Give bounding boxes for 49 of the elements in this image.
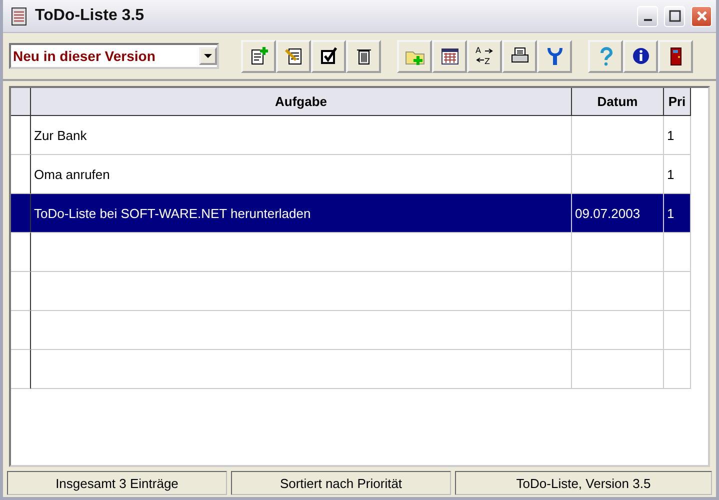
exit-button[interactable] bbox=[658, 40, 693, 72]
close-icon bbox=[696, 10, 708, 22]
row-indicator[interactable] bbox=[11, 194, 31, 233]
status-panel: ToDo-Liste, Version 3.5 bbox=[455, 471, 712, 495]
column-header[interactable]: Aufgabe bbox=[31, 88, 572, 116]
status-panel: Insgesamt 3 Einträge bbox=[7, 471, 227, 495]
calendar-icon bbox=[440, 46, 460, 66]
settings-button[interactable] bbox=[537, 40, 572, 72]
sort-button[interactable]: A Z bbox=[467, 40, 502, 72]
row-indicator[interactable] bbox=[11, 272, 31, 311]
dropdown-button[interactable] bbox=[199, 47, 217, 65]
wrench-icon bbox=[544, 46, 564, 66]
row-indicator[interactable] bbox=[11, 233, 31, 272]
info-button[interactable] bbox=[623, 40, 658, 72]
info-icon bbox=[630, 46, 650, 66]
table-cell: Zur Bank bbox=[31, 116, 572, 155]
sort-letter: Z bbox=[484, 57, 490, 66]
table-cell: Oma anrufen bbox=[31, 155, 572, 194]
column-header[interactable]: Pri bbox=[664, 88, 691, 116]
window-title: ToDo-Liste 3.5 bbox=[35, 7, 146, 25]
calendar-button[interactable] bbox=[432, 40, 467, 72]
caret-icon bbox=[204, 54, 212, 58]
note-plus-icon bbox=[248, 46, 268, 66]
table-cell: 1 bbox=[664, 194, 691, 233]
table-cell: 1 bbox=[664, 116, 691, 155]
row-indicator[interactable] bbox=[11, 155, 31, 194]
maximize-icon bbox=[668, 10, 680, 22]
row-indicator[interactable] bbox=[11, 311, 31, 350]
close-button[interactable] bbox=[691, 6, 712, 26]
pencil-note-icon bbox=[284, 46, 304, 66]
row-header-corner bbox=[11, 88, 31, 116]
table-cell: ToDo-Liste bei SOFT-WARE.NET herunterladen bbox=[31, 194, 572, 233]
delete-button[interactable] bbox=[346, 40, 381, 72]
maximize-button[interactable] bbox=[664, 6, 685, 26]
print-button[interactable] bbox=[502, 40, 537, 72]
edit-button[interactable] bbox=[276, 40, 311, 72]
row-indicator[interactable] bbox=[11, 350, 31, 389]
table-cell: 09.07.2003 bbox=[572, 194, 664, 233]
row-indicator[interactable] bbox=[11, 116, 31, 155]
column-header[interactable]: Datum bbox=[572, 88, 664, 116]
done-button[interactable] bbox=[311, 40, 346, 72]
minimize-button[interactable] bbox=[637, 6, 658, 26]
list-dropdown[interactable]: Neu in dieser Version bbox=[9, 43, 219, 69]
sort-letter: A bbox=[476, 46, 481, 55]
minimize-icon bbox=[644, 19, 652, 21]
status-panel: Sortiert nach Priorität bbox=[231, 471, 451, 495]
add-note-button[interactable] bbox=[241, 40, 276, 72]
app-icon bbox=[9, 6, 29, 26]
table-cell: 1 bbox=[664, 155, 691, 194]
